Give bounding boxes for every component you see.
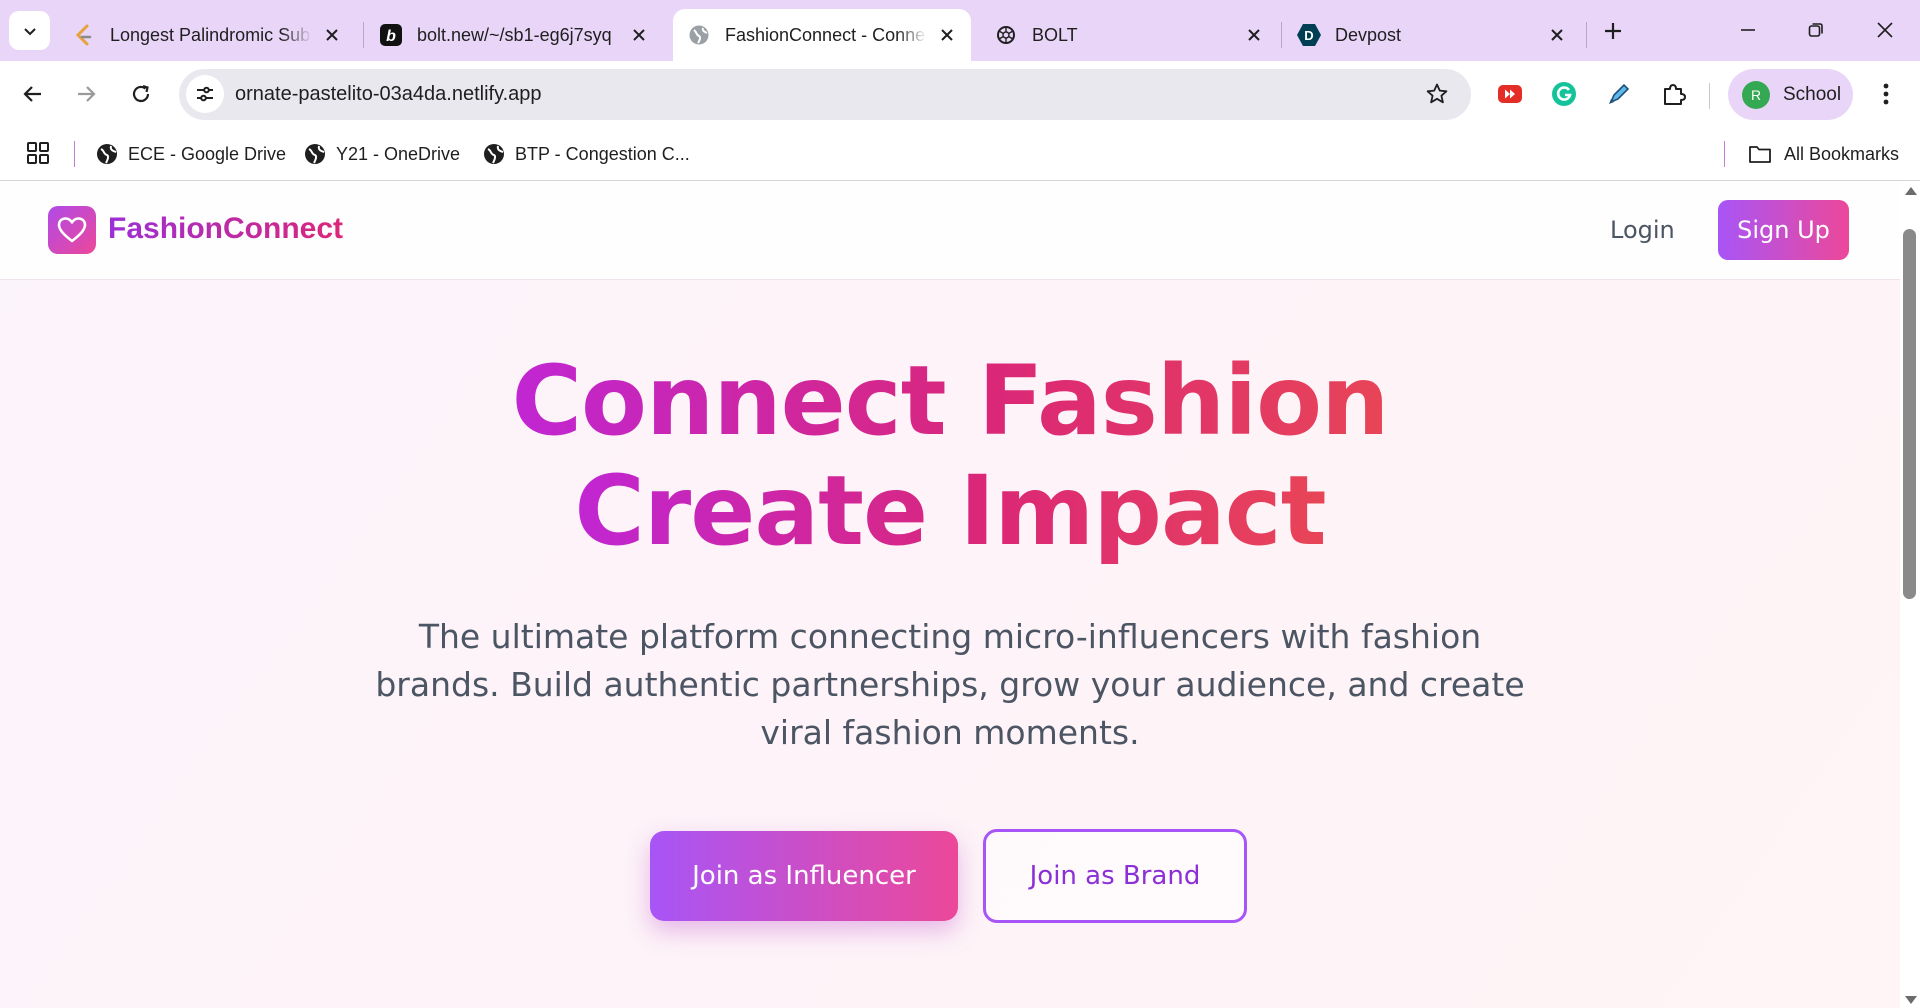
globe-icon xyxy=(687,23,711,47)
tab-separator xyxy=(363,22,364,48)
tab-bolt[interactable]: b bolt.new/~/sb1-eg6j7syq xyxy=(365,9,663,61)
bookmark-label: ECE - Google Drive xyxy=(128,143,287,164)
devpost-icon: D xyxy=(1297,23,1321,47)
forward-button[interactable] xyxy=(64,72,108,116)
signup-button[interactable]: Sign Up xyxy=(1718,200,1849,260)
close-icon xyxy=(1877,22,1893,38)
brand-name[interactable]: FashionConnect xyxy=(108,209,343,249)
tab-separator xyxy=(1586,22,1587,48)
close-tab-icon[interactable] xyxy=(1240,21,1268,49)
globe-icon xyxy=(96,143,118,165)
bookmark-btp-congestion[interactable]: BTP - Congestion C... xyxy=(483,127,690,181)
bookmarks-separator xyxy=(74,141,75,167)
tab-title: FashionConnect - Conne xyxy=(725,24,926,45)
join-brand-button[interactable]: Join as Brand xyxy=(983,829,1247,923)
bookmarks-bar: ECE - Google Drive Y21 - OneDrive BTP - … xyxy=(0,127,1920,181)
tune-icon xyxy=(197,86,213,102)
leetcode-icon xyxy=(72,23,96,47)
bookmark-ece-drive[interactable]: ECE - Google Drive xyxy=(96,127,286,181)
all-bookmarks-label: All Bookmarks xyxy=(1784,143,1900,164)
tab-bolt-chatgpt[interactable]: BOLT xyxy=(980,9,1278,61)
profile-label: School xyxy=(1783,83,1842,105)
tab-separator xyxy=(1281,22,1282,48)
profile-button[interactable]: R School xyxy=(1728,69,1853,120)
tab-leetcode[interactable]: Longest Palindromic Sub xyxy=(58,9,356,61)
bookmark-label: BTP - Congestion C... xyxy=(515,143,690,164)
tab-title: bolt.new/~/sb1-eg6j7syq xyxy=(417,24,612,45)
apps-grid-icon[interactable] xyxy=(26,141,50,170)
globe-icon xyxy=(304,143,326,165)
tab-strip: Longest Palindromic Sub b bolt.new/~/sb1… xyxy=(0,0,1920,61)
tab-search-button[interactable] xyxy=(9,11,50,50)
reload-icon xyxy=(132,84,150,103)
join-influencer-button[interactable]: Join as Influencer xyxy=(650,831,958,921)
minimize-icon xyxy=(1741,29,1755,31)
bookmark-star-icon[interactable] xyxy=(1425,82,1449,111)
heart-logo-icon[interactable] xyxy=(48,206,96,254)
highlighter-extension-icon[interactable] xyxy=(1600,75,1638,113)
back-button[interactable] xyxy=(11,72,55,116)
scrollbar-thumb[interactable] xyxy=(1903,229,1916,599)
tab-devpost[interactable]: D Devpost xyxy=(1283,9,1581,61)
tab-title: Devpost xyxy=(1335,24,1402,45)
close-tab-icon[interactable] xyxy=(318,21,346,49)
hero-subtitle: The ultimate platform connecting micro-i… xyxy=(375,617,1525,752)
toolbar-separator xyxy=(1709,83,1710,109)
web-page: FashionConnect Login Sign Up Connect Fas… xyxy=(0,181,1900,1008)
browser-toolbar: ornate-pastelito-03a4da.netlify.app R Sc… xyxy=(0,61,1920,127)
tab-fashionconnect[interactable]: FashionConnect - Conne xyxy=(673,9,971,61)
page-scrollbar[interactable] xyxy=(1900,181,1920,1008)
bookmark-label: Y21 - OneDrive xyxy=(336,143,461,164)
close-tab-icon[interactable] xyxy=(1543,21,1571,49)
svg-text:b: b xyxy=(386,28,396,45)
minimize-button[interactable] xyxy=(1720,8,1776,52)
close-window-button[interactable] xyxy=(1857,8,1913,52)
grammarly-extension-icon[interactable] xyxy=(1545,75,1583,113)
tab-title: BOLT xyxy=(1032,24,1078,45)
folder-icon xyxy=(1749,146,1771,163)
reload-button[interactable] xyxy=(119,72,163,116)
plus-icon xyxy=(1605,23,1621,39)
puzzle-extensions-icon[interactable] xyxy=(1655,75,1693,113)
close-tab-icon[interactable] xyxy=(625,21,653,49)
bookmarks-separator xyxy=(1724,141,1725,167)
youtube-extension-icon[interactable] xyxy=(1491,75,1529,113)
all-bookmarks-button[interactable]: All Bookmarks xyxy=(1748,127,1899,181)
arrow-right-icon xyxy=(78,86,96,102)
new-tab-button[interactable] xyxy=(1596,14,1630,48)
site-info-button[interactable] xyxy=(186,75,224,113)
hero-title-line-1: Connect Fashion xyxy=(511,345,1390,457)
tab-title: Longest Palindromic Sub xyxy=(110,24,311,45)
bolt-icon: b xyxy=(379,23,403,47)
hero-title-line-2: Create Impact xyxy=(574,455,1326,567)
site-header: FashionConnect Login Sign Up xyxy=(0,181,1900,280)
avatar: R xyxy=(1742,80,1770,109)
openai-icon xyxy=(994,23,1018,47)
scroll-down-arrow-icon[interactable] xyxy=(1905,996,1917,1004)
globe-icon xyxy=(483,143,505,165)
restore-icon xyxy=(1808,23,1823,37)
bookmark-y21-onedrive[interactable]: Y21 - OneDrive xyxy=(304,127,460,181)
arrow-left-icon xyxy=(23,86,41,102)
scroll-up-arrow-icon[interactable] xyxy=(1905,187,1917,195)
close-tab-icon[interactable] xyxy=(933,21,961,49)
more-vert-icon xyxy=(1883,83,1889,105)
login-link[interactable]: Login xyxy=(1610,210,1675,250)
url-text[interactable]: ornate-pastelito-03a4da.netlify.app xyxy=(235,69,542,120)
browser-menu-button[interactable] xyxy=(1868,75,1904,113)
hero-title: Connect Fashion Create Impact xyxy=(0,346,1900,566)
chevron-down-icon xyxy=(23,27,36,35)
svg-text:D: D xyxy=(1304,28,1313,43)
restore-button[interactable] xyxy=(1788,8,1844,52)
address-bar[interactable]: ornate-pastelito-03a4da.netlify.app xyxy=(179,69,1471,120)
